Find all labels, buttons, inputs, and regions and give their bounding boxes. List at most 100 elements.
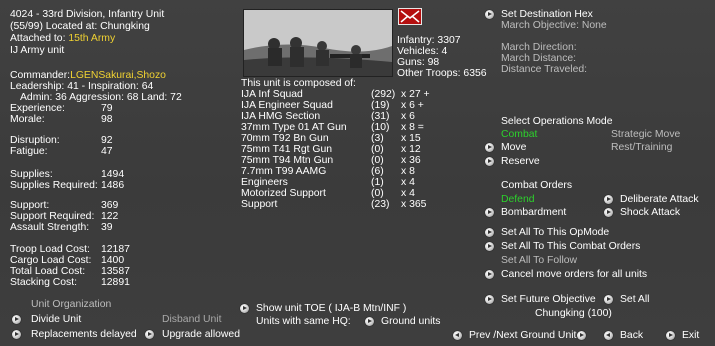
set-all-button[interactable]: Set All <box>620 294 649 305</box>
device-count: (292) <box>371 89 396 100</box>
arrow-button-icon[interactable] <box>485 295 494 304</box>
arrow-button-icon[interactable] <box>604 331 613 340</box>
device-mult: x 4 <box>401 177 415 188</box>
device-mult: x 27 + <box>401 89 430 100</box>
device-count: (0) <box>371 188 384 199</box>
future-objective-button[interactable]: Set Future Objective <box>501 294 596 305</box>
set-all-opmode-button[interactable]: Set All To This OpMode <box>501 227 609 238</box>
same-hq-label: Units with same HQ: <box>256 316 351 327</box>
set-all-combat-button[interactable]: Set All To This Combat Orders <box>501 241 640 252</box>
stat-value: 92 <box>101 135 113 146</box>
device-name: 75mm T94 Mtn Gun <box>241 155 334 166</box>
commander: Commander:LGENSakurai,Shozo <box>10 70 166 81</box>
ops-mode-move[interactable]: Move <box>501 142 526 153</box>
arrow-button-icon[interactable] <box>604 208 613 217</box>
device-mult: x 365 <box>401 199 427 210</box>
disband-unit-button[interactable]: Disband Unit <box>162 314 222 325</box>
arrow-button-icon[interactable] <box>577 331 586 340</box>
device-name: IJA Engineer Squad <box>241 100 333 111</box>
ground-units-button[interactable]: Ground units <box>381 316 441 327</box>
attached-hq-link[interactable]: 15th Army <box>68 33 115 44</box>
attached-label: Attached to: <box>10 33 66 44</box>
stat-label: Supplies Required: <box>10 180 98 191</box>
stat-value: 13587 <box>101 266 130 277</box>
arrow-button-icon[interactable] <box>485 228 494 237</box>
stat-value: 98 <box>101 114 113 125</box>
attached-to: Attached to: 15th Army <box>10 33 115 44</box>
mail-icon[interactable] <box>398 8 422 25</box>
prev-next-unit-button[interactable]: Prev /Next Ground Unit <box>469 330 576 341</box>
unit-location: (55/99) Located at: Chungking <box>10 21 150 32</box>
arrow-button-icon[interactable] <box>485 208 494 217</box>
unit-detail-panel: 4024 - 33rd Division, Infantry Unit (55/… <box>0 0 715 346</box>
unit-photo <box>243 9 393 77</box>
arrow-button-icon[interactable] <box>485 242 494 251</box>
device-name: IJA Inf Squad <box>241 89 303 100</box>
device-count: (6) <box>371 166 384 177</box>
arrow-button-icon[interactable] <box>485 10 494 19</box>
order-deliberate-attack[interactable]: Deliberate Attack <box>620 194 699 205</box>
arrow-button-icon[interactable] <box>365 317 374 326</box>
ops-mode-strategic[interactable]: Strategic Move <box>611 129 680 140</box>
march-objective: March Objective: None <box>501 20 607 31</box>
arrow-button-icon[interactable] <box>12 330 21 339</box>
order-shock-attack[interactable]: Shock Attack <box>620 207 680 218</box>
replacements-toggle[interactable]: Replacements delayed <box>31 329 137 340</box>
stat-label: Total Load Cost: <box>10 266 86 277</box>
device-name: 75mm T41 Rgt Gun <box>241 144 333 155</box>
ops-mode-rest[interactable]: Rest/Training <box>611 142 672 153</box>
exit-button[interactable]: Exit <box>682 330 699 341</box>
arrow-button-icon[interactable] <box>485 143 494 152</box>
device-mult: x 6 <box>401 111 415 122</box>
device-mult: x 4 <box>401 188 415 199</box>
divide-unit-button[interactable]: Divide Unit <box>31 314 81 325</box>
arrow-button-icon[interactable] <box>666 331 675 340</box>
commander-label: Commander: <box>10 70 71 81</box>
arrow-button-icon[interactable] <box>604 195 613 204</box>
arrow-button-icon[interactable] <box>485 157 494 166</box>
device-mult: x 36 <box>401 155 421 166</box>
stat-value: 1400 <box>101 255 125 266</box>
combat-orders-title: Combat Orders <box>501 180 573 191</box>
arrow-button-icon[interactable] <box>12 315 21 324</box>
mail-icon-glyph <box>400 10 420 23</box>
stat-value: 47 <box>101 146 113 157</box>
march-distance: March Distance: <box>501 53 577 64</box>
device-mult: x 6 + <box>401 100 424 111</box>
commander-ratings: Admin: 36 Aggression: 68 Land: 72 <box>20 92 182 103</box>
order-bombardment[interactable]: Bombardment <box>501 207 566 218</box>
set-all-follow-button[interactable]: Set All To Follow <box>501 255 577 266</box>
ops-mode-title: Select Operations Mode <box>501 116 613 127</box>
set-destination-button[interactable]: Set Destination Hex <box>501 9 593 20</box>
upgrade-toggle[interactable]: Upgrade allowed <box>162 329 240 340</box>
order-defend[interactable]: Defend <box>501 194 535 205</box>
stat-value: 39 <box>101 222 113 233</box>
device-count: (3) <box>371 133 384 144</box>
device-count: (23) <box>371 199 390 210</box>
arrow-button-icon[interactable] <box>485 270 494 279</box>
device-name: IJA HMG Section <box>241 111 321 122</box>
stat-label: Support: <box>10 200 50 211</box>
ops-mode-reserve[interactable]: Reserve <box>501 156 540 167</box>
ops-mode-combat[interactable]: Combat <box>501 129 537 140</box>
arrow-button-icon[interactable] <box>240 304 249 313</box>
back-button[interactable]: Back <box>620 330 643 341</box>
stat-label: Experience: <box>10 103 65 114</box>
device-name: 7.7mm T99 AAMG <box>241 166 327 177</box>
stat-label: Disruption: <box>10 135 60 146</box>
stat-label: Stacking Cost: <box>10 277 77 288</box>
device-name: Motorized Support <box>241 188 326 199</box>
show-toe-button[interactable]: Show unit TOE ( IJA-B Mtn/INF ) <box>256 303 406 314</box>
future-objective-value: Chungking (100) <box>535 308 612 319</box>
arrow-button-icon[interactable] <box>604 295 613 304</box>
device-count: (31) <box>371 111 390 122</box>
cancel-move-button[interactable]: Cancel move orders for all units <box>501 269 647 280</box>
distance-traveled: Distance Traveled: <box>501 64 588 75</box>
device-count: (0) <box>371 155 384 166</box>
device-count: (0) <box>371 144 384 155</box>
stat-value: 79 <box>101 103 113 114</box>
arrow-button-icon[interactable] <box>145 330 154 339</box>
commander-name-link[interactable]: LGENSakurai,Shozo <box>70 70 166 81</box>
arrow-button-icon[interactable] <box>453 331 462 340</box>
leadership: Leadership: 41 - Inspiration: 64 <box>10 81 154 92</box>
